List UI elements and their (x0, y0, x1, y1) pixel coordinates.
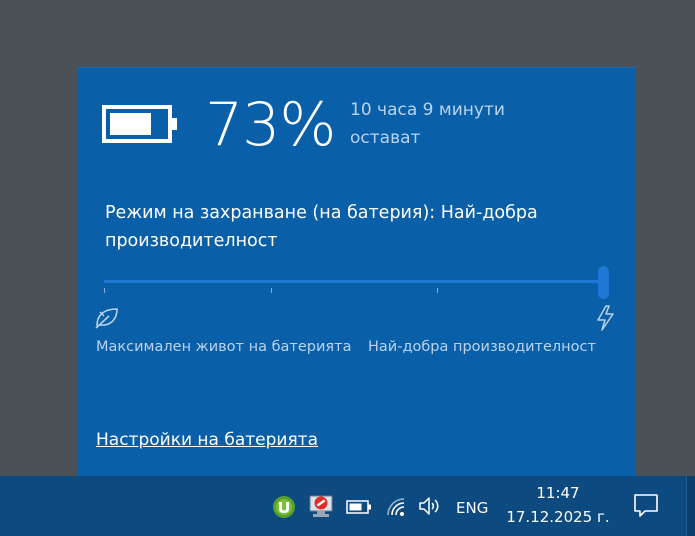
power-mode-title: Режим на захранване (на батерия): Най-до… (105, 199, 605, 255)
utorrent-icon[interactable] (272, 495, 296, 523)
slider-tick (104, 288, 105, 293)
clock-date: 17.12.2025 г. (506, 508, 610, 526)
time-remaining-line1: 10 часа 9 минути (350, 100, 505, 120)
slider-thumb[interactable] (598, 266, 609, 299)
leaf-icon (94, 306, 120, 334)
slider-tick (437, 288, 438, 293)
lightning-bolt-icon (594, 305, 616, 335)
show-desktop-button[interactable] (686, 476, 695, 536)
slider-track[interactable] (104, 280, 604, 283)
battery-icon[interactable] (346, 499, 372, 518)
slider-tick (271, 288, 272, 293)
power-mode-title-line1: Режим на захранване (на батерия): Най-до… (105, 203, 538, 223)
battery-settings-link[interactable]: Настройки на батерията (96, 428, 318, 452)
clock[interactable]: 11:47 17.12.2025 г. (498, 481, 618, 529)
battery-level-icon (102, 105, 178, 147)
taskbar: ENG 11:47 17.12.2025 г. (0, 476, 695, 536)
clock-time: 11:47 (536, 484, 580, 502)
battery-flyout: 73% 10 часа 9 минути остават Режим на за… (78, 67, 636, 477)
blocked-network-icon[interactable] (307, 494, 335, 524)
power-mode-title-line2: производителност (105, 231, 278, 251)
wifi-icon[interactable] (384, 496, 408, 522)
language-indicator[interactable]: ENG (456, 498, 488, 518)
slider-max-label: Най-добра производителност (368, 339, 596, 355)
action-center-icon[interactable] (633, 493, 659, 523)
speaker-icon[interactable] (418, 495, 442, 521)
battery-percentage: 73% (205, 90, 336, 160)
time-remaining-line2: остават (350, 128, 421, 148)
slider-min-label: Максимален живот на батерията (96, 339, 352, 355)
power-mode-slider[interactable] (104, 266, 610, 302)
time-remaining: 10 часа 9 минути остават (350, 96, 570, 152)
